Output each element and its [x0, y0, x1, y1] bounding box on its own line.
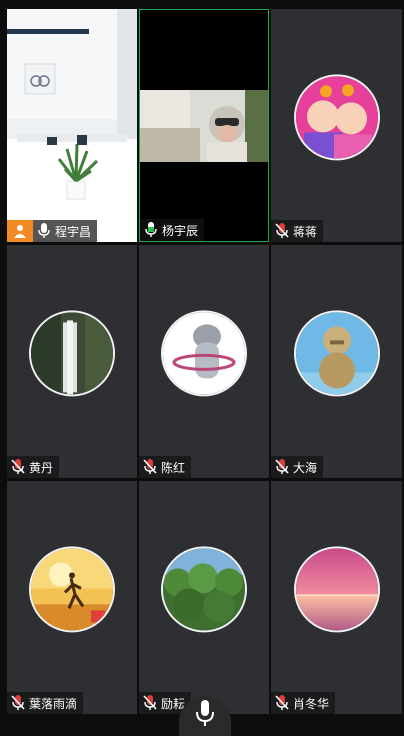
participant-name: 黄丹 — [29, 460, 54, 475]
avatar — [29, 309, 115, 396]
participant-name: 葉落雨滴 — [29, 696, 78, 711]
participant-name-bar: 程宇昌 — [33, 220, 98, 242]
room-video-feed — [7, 9, 137, 242]
microphone-muted-icon — [275, 223, 289, 238]
participant-tile-5[interactable]: 陈红 — [139, 245, 269, 478]
participant-name-bar: 杨宇辰 — [140, 219, 205, 241]
microphone-muted-icon — [275, 695, 289, 710]
participant-name: 程宇昌 — [55, 224, 92, 239]
microphone-muted-icon — [143, 459, 157, 474]
participant-tile-7[interactable]: 葉落雨滴 — [7, 481, 137, 714]
microphone-muted-icon — [11, 695, 25, 710]
participant-tile-1[interactable]: 程宇昌 — [7, 9, 137, 242]
avatar — [293, 309, 380, 396]
participant-name-bar: 黄丹 — [7, 456, 60, 478]
avatar — [293, 545, 380, 632]
participant-tile-3[interactable]: 蒋蒋 — [271, 9, 402, 242]
participant-name-bar: 陈红 — [139, 456, 192, 478]
participant-name: 肖冬华 — [293, 696, 330, 711]
participant-tile-6[interactable]: 大海 — [271, 245, 402, 478]
participant-name: 陈红 — [161, 460, 186, 475]
participant-tile-4[interactable]: 黄丹 — [7, 245, 137, 478]
microphone-icon — [145, 222, 157, 237]
avatar — [161, 545, 247, 632]
microphone-muted-icon — [11, 459, 25, 474]
host-badge — [7, 220, 33, 242]
participant-tile-9[interactable]: 肖冬华 — [271, 481, 402, 714]
participant-name: 蒋蒋 — [293, 224, 318, 239]
microphone-muted-icon — [143, 695, 157, 710]
participant-name: 大海 — [293, 460, 318, 475]
participant-grid: 程宇昌 杨宇辰 蒋蒋 黄丹 陈红 大海 葉落雨滴 励耘 肖冬华 — [7, 9, 402, 714]
participant-name-bar: 肖冬华 — [271, 692, 336, 714]
microphone-muted-icon — [275, 459, 289, 474]
participant-tile-2[interactable]: 杨宇辰 — [139, 9, 269, 242]
participant-name-bar: 大海 — [271, 456, 324, 478]
avatar — [161, 309, 247, 396]
person-icon — [14, 225, 26, 238]
microphone-icon — [196, 700, 214, 726]
avatar — [29, 545, 115, 632]
avatar — [293, 73, 380, 160]
participant-name: 杨宇辰 — [162, 223, 199, 238]
person-video-feed — [140, 10, 268, 241]
participant-name-bar: 葉落雨滴 — [7, 692, 84, 714]
participant-tile-8[interactable]: 励耘 — [139, 481, 269, 714]
microphone-icon — [38, 223, 50, 238]
participant-name-bar: 蒋蒋 — [271, 220, 324, 242]
